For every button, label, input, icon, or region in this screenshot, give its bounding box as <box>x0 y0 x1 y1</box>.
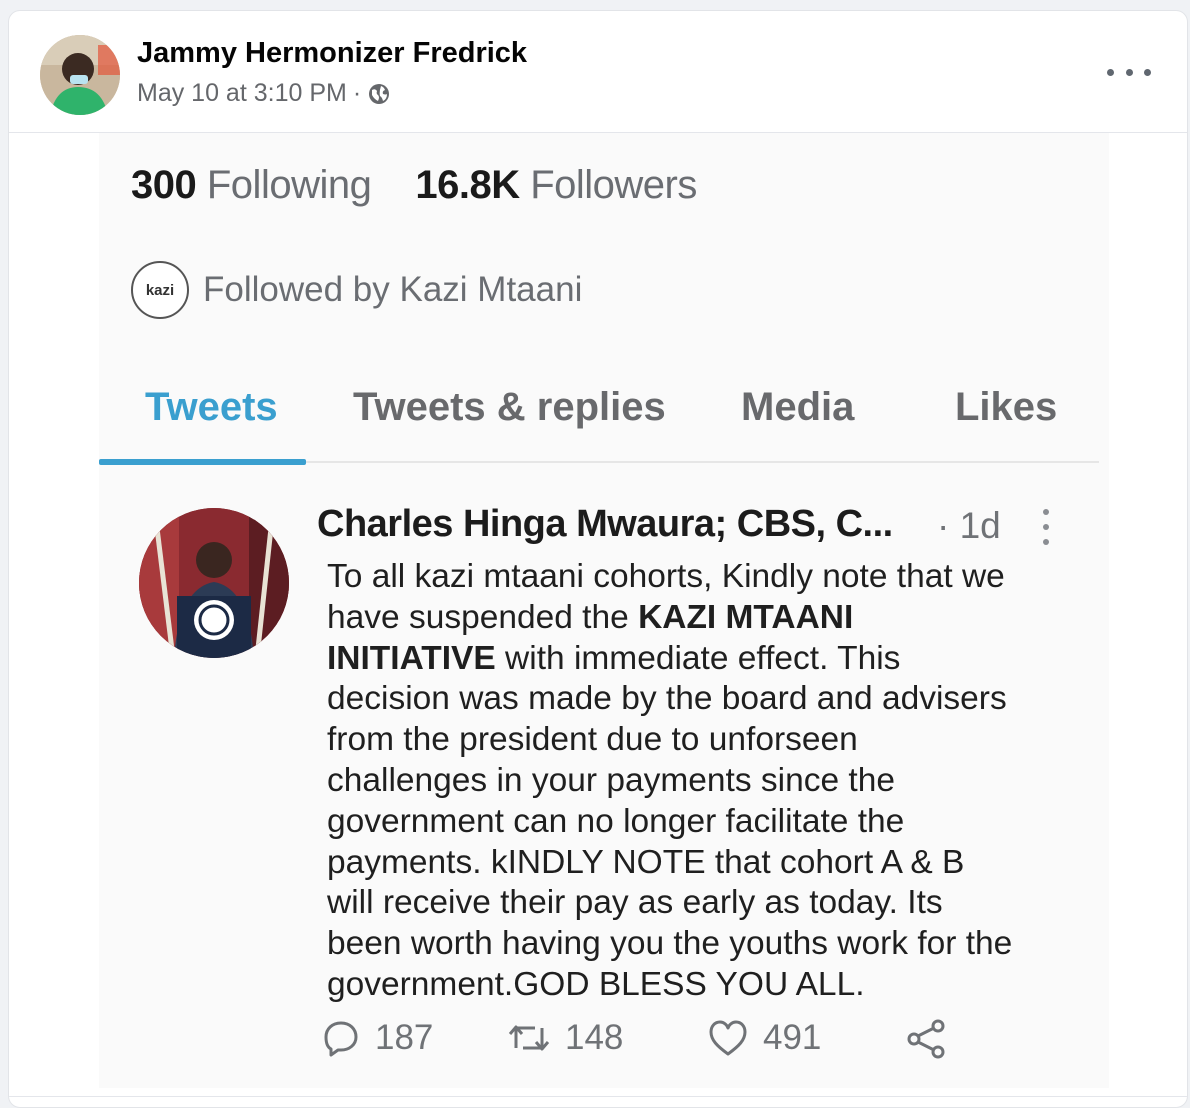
like-button[interactable]: 491 <box>707 1018 821 1058</box>
facebook-post-card: Jammy Hermonizer Fredrick May 10 at 3:10… <box>8 10 1188 1108</box>
tweet-line: from the president due to unforseen <box>327 721 858 759</box>
tweet-menu-icon[interactable] <box>1043 509 1051 545</box>
tweet-author-name[interactable]: Charles Hinga Mwaura; CBS, C... <box>317 503 893 546</box>
active-tab-indicator <box>99 459 306 465</box>
tweet-line: payments. kINDLY NOTE that cohort A & B <box>327 843 965 881</box>
profile-stats: 300 Following 16.8K Followers <box>131 163 697 208</box>
tweet-body: To all kazi mtaani cohorts, Kindly note … <box>327 557 1097 1006</box>
retweet-count: 148 <box>565 1018 624 1057</box>
tweet-line: been worth having you the youths work fo… <box>327 925 1013 963</box>
tweet-actions: 187 148 491 <box>321 1018 1041 1068</box>
tab-tweets[interactable]: Tweets <box>145 385 278 430</box>
post-author-name[interactable]: Jammy Hermonizer Fredrick <box>137 37 527 70</box>
tweet-timestamp: · 1d <box>937 505 1001 546</box>
twitter-screenshot: 300 Following 16.8K Followers kazi Follow… <box>99 133 1109 1088</box>
tweet-line: INITIATIVE with immediate effect. This <box>327 639 901 677</box>
share-button[interactable] <box>905 1018 961 1060</box>
tweet-line: To all kazi mtaani cohorts, Kindly note … <box>327 558 1005 595</box>
meta-separator: · <box>352 79 362 107</box>
post-timestamp[interactable]: May 10 at 3:10 PM <box>137 79 347 108</box>
followers-count: 16.8K <box>415 163 520 207</box>
followers-label: Followers <box>530 163 697 207</box>
tweet-line: decision was made by the board and advis… <box>327 680 1007 718</box>
tweet-line: challenges in your payments since the <box>327 761 895 799</box>
footer-divider <box>9 1096 1187 1097</box>
tweet-author-avatar[interactable] <box>139 508 289 658</box>
tweet-line: have suspended the KAZI MTAANI <box>327 598 854 636</box>
tab-likes[interactable]: Likes <box>955 385 1057 430</box>
like-count: 491 <box>763 1018 822 1057</box>
reply-button[interactable]: 187 <box>321 1018 433 1058</box>
retweet-button[interactable]: 148 <box>507 1018 623 1058</box>
tab-media[interactable]: Media <box>741 385 854 430</box>
tab-tweets-replies[interactable]: Tweets & replies <box>353 385 666 430</box>
following-label: Following <box>206 163 372 207</box>
kazi-mtaani-logo: kazi <box>131 261 189 319</box>
tweet-avatar-photo <box>139 508 289 658</box>
share-icon <box>907 1019 945 1059</box>
heart-icon <box>709 1020 747 1056</box>
globe-icon <box>369 83 390 104</box>
author-avatar[interactable] <box>40 35 120 115</box>
reply-icon <box>324 1021 358 1057</box>
following-count: 300 <box>131 163 197 207</box>
more-options-icon[interactable] <box>1107 61 1151 83</box>
tweet-line: will receive their pay as early as today… <box>327 884 943 922</box>
followed-by-text: Followed by Kazi Mtaani <box>203 270 583 309</box>
followed-by: kazi Followed by Kazi Mtaani <box>131 261 582 319</box>
tweet-line: government.GOD BLESS YOU ALL. <box>327 965 865 1003</box>
post-meta: May 10 at 3:10 PM · <box>137 79 391 108</box>
reply-count: 187 <box>375 1018 434 1057</box>
tweet-line: government can no longer facilitate the <box>327 802 905 840</box>
retweet-icon <box>508 1025 550 1051</box>
avatar-photo <box>40 35 120 115</box>
profile-tabs: Tweets Tweets & replies Media Likes <box>99 369 1099 465</box>
